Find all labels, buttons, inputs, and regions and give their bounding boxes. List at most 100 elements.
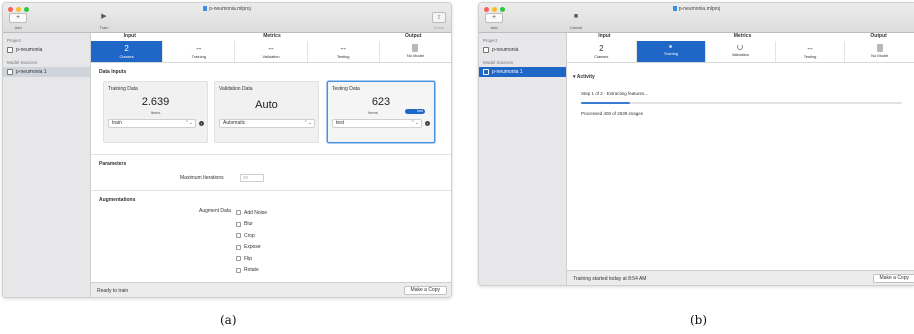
stage-output: Output: [405, 33, 422, 39]
validation-data-card[interactable]: Validation Data Auto Automatic ⌃⌄: [214, 81, 319, 143]
status-bar: Training started today at 8:54 AM Make a…: [567, 270, 914, 285]
add-button[interactable]: +: [9, 13, 27, 23]
option-label: Rotate: [244, 267, 259, 274]
model-sources-heading: Model Sources: [483, 60, 514, 65]
augment-option-flip[interactable]: Flip: [236, 253, 267, 265]
cancel-label: Cancel: [569, 25, 583, 30]
make-copy-button[interactable]: Make a Copy: [872, 274, 914, 283]
train-label: Train: [99, 25, 109, 30]
train-button[interactable]: ▶: [95, 13, 113, 23]
sidebar-item-model-source[interactable]: p-neumonia 1: [479, 67, 566, 77]
augment-option-rotate[interactable]: Rotate: [236, 265, 267, 277]
checkbox-icon[interactable]: [236, 256, 241, 262]
spinner-icon: [737, 44, 744, 50]
document-icon: [412, 44, 419, 52]
share-label: Share: [433, 25, 445, 30]
checkbox-icon[interactable]: [236, 210, 241, 216]
share-button[interactable]: ⇧: [432, 12, 446, 23]
augmentations-section: Augmentations Augment Data Add Noise Blu…: [91, 191, 451, 287]
augment-option-expose[interactable]: Expose: [236, 242, 267, 254]
play-icon: ▶: [101, 13, 107, 20]
tab-output[interactable]: No Model: [380, 41, 451, 62]
tab-validation[interactable]: Validation: [706, 41, 776, 62]
max-iterations-input[interactable]: 25: [240, 174, 264, 182]
tab-value: 2: [124, 44, 129, 53]
make-copy-button[interactable]: Make a Copy: [403, 286, 447, 295]
stage-input: Input: [123, 33, 136, 39]
tab-value: 2: [599, 44, 604, 53]
tab-label: Validation: [731, 52, 750, 57]
tab-classes[interactable]: 2 Classes: [91, 41, 164, 62]
augment-option-blur[interactable]: Blur: [236, 219, 267, 231]
testing-source-select[interactable]: test ⌃⌄: [332, 119, 422, 128]
project-heading: Project: [483, 38, 498, 43]
testing-data-count: 623: [371, 96, 391, 108]
status-text: Ready to train: [97, 288, 129, 294]
testing-toggle-label: test: [417, 109, 423, 113]
checkbox-icon[interactable]: [236, 221, 241, 227]
training-source-select[interactable]: train ⌃⌄: [108, 119, 196, 128]
data-inputs-heading: Data Inputs: [99, 69, 127, 75]
tab-training[interactable]: -- Training: [163, 41, 236, 62]
share-icon: ⇧: [436, 15, 442, 21]
processed-count: Processed 400 of 2639 images: [581, 111, 644, 116]
arrow-circle-icon[interactable]: ›: [199, 121, 204, 126]
stage-metrics: Metrics: [733, 33, 752, 39]
max-iterations-label: Maximum Iterations: [180, 175, 224, 181]
activity-heading[interactable]: ▾ Activity: [573, 74, 595, 80]
project-name: p-neumonia: [492, 47, 519, 53]
stop-icon: ■: [573, 13, 579, 20]
sidebar-item-model-source[interactable]: p-neumonia 1: [3, 67, 90, 77]
testing-data-title: Testing Data: [332, 86, 360, 92]
tab-testing[interactable]: -- Testing: [308, 41, 380, 62]
augment-option-crop[interactable]: Crop: [236, 230, 267, 242]
augmentation-options: Add Noise Blur Crop Expose Flip Rotate: [236, 207, 267, 276]
stage-input: Input: [598, 33, 611, 39]
arrow-circle-icon[interactable]: ›: [425, 121, 430, 126]
model-source-icon: [483, 69, 489, 75]
titlebar: p-neumonia.mlproj + Add ■ Cancel: [479, 3, 914, 33]
stage-tabs: 2 Classes -- Training -- Validation -- Testi…: [91, 41, 451, 63]
document-icon: [203, 6, 208, 11]
chevron-icon: ⌃⌄: [303, 120, 312, 126]
sidebar-item-project[interactable]: p-neumonia: [3, 45, 90, 55]
validation-data-title: Validation Data: [219, 86, 253, 92]
checkbox-icon[interactable]: [236, 233, 241, 239]
checkbox-icon[interactable]: [236, 244, 241, 250]
augment-data-label: Augment Data: [199, 208, 231, 214]
project-name: p-neumonia: [16, 47, 43, 53]
window-title: p-neumonia.mlproj: [3, 6, 451, 12]
augment-option-add-noise[interactable]: Add Noise: [236, 207, 267, 219]
sidebar-item-project[interactable]: p-neumonia: [479, 45, 566, 55]
training-data-card[interactable]: Training Data 2.639 Items train ⌃⌄ ›: [103, 81, 208, 143]
tab-value: --: [268, 44, 274, 53]
main-pane: Input Metrics Output 2 Classes -- Training…: [91, 33, 451, 297]
testing-source-value: test: [336, 120, 345, 126]
project-heading: Project: [7, 38, 22, 43]
testing-toggle[interactable]: test: [405, 109, 425, 114]
window-title-text: p-neumonia.mlproj: [678, 6, 721, 12]
parameters-heading: Parameters: [99, 161, 127, 167]
cancel-button[interactable]: ■: [567, 13, 585, 23]
window-title: p-neumonia.mlproj: [479, 6, 914, 12]
tab-output[interactable]: No Model: [845, 41, 914, 62]
testing-data-card[interactable]: Testing Data 623 Items test test ⌃⌄ ›: [327, 81, 435, 143]
add-button[interactable]: +: [485, 13, 503, 23]
tab-validation[interactable]: -- Validation: [235, 41, 308, 62]
add-label: Add: [490, 25, 498, 30]
document-icon: [7, 47, 13, 53]
checkbox-icon[interactable]: [236, 267, 241, 273]
model-source-name: p-neumonia 1: [16, 69, 47, 75]
plus-icon: +: [491, 14, 497, 21]
tab-testing[interactable]: -- Testing: [776, 41, 846, 62]
status-bar: Ready to train Make a Copy: [91, 282, 451, 297]
validation-source-select[interactable]: Automatic ⌃⌄: [219, 119, 315, 128]
app-window-b: p-neumonia.mlproj + Add ■ Cancel Project…: [478, 2, 914, 286]
document-icon: [672, 6, 677, 11]
model-source-name: p-neumonia 1: [492, 69, 523, 75]
tab-classes[interactable]: 2 Classes: [567, 41, 637, 62]
tab-training[interactable]: Training: [636, 41, 707, 62]
parameters-section: Parameters Maximum Iterations 25: [91, 155, 451, 191]
tab-label: Testing: [336, 54, 350, 59]
activity-heading-text: Activity: [576, 74, 595, 80]
